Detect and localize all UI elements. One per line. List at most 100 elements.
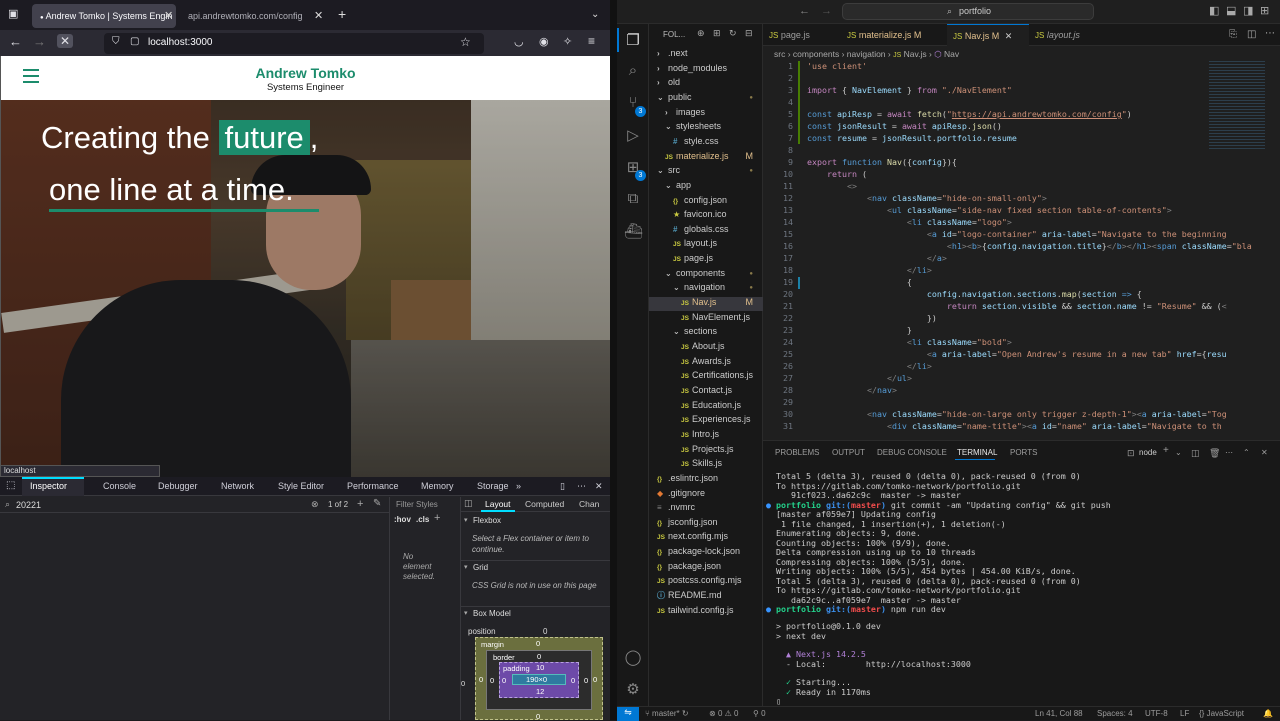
tab-layout[interactable]: Layout	[485, 499, 511, 509]
explorer-item[interactable]: ⌄ public ●	[649, 92, 763, 106]
toggle-sidebar-icon[interactable]: ◧	[1209, 4, 1219, 17]
tab-console[interactable]: Console	[103, 481, 136, 491]
terminal-name[interactable]: node	[1139, 448, 1157, 457]
terminal-output[interactable]: Total 5 (delta 3), reused 0 (delta 0), p…	[763, 471, 1280, 707]
filter-styles-input[interactable]: Filter Styles	[396, 500, 438, 509]
explorer-item[interactable]: JS About.js	[649, 341, 763, 355]
command-center[interactable]: ⌕ portfolio	[842, 3, 1094, 20]
forward-icon[interactable]: →	[33, 34, 46, 49]
explorer-item[interactable]: {} package-lock.json	[649, 546, 763, 560]
explorer-item[interactable]: › node_modules	[649, 63, 763, 77]
close-tab-icon[interactable]: ✕	[164, 9, 173, 22]
notifications-bell-icon[interactable]: 🔔	[1263, 709, 1273, 718]
remote-indicator-icon[interactable]: ⇋	[617, 707, 639, 721]
new-file-icon[interactable]: ⊕	[697, 28, 705, 39]
explorer-item[interactable]: ⌄ src ●	[649, 165, 763, 179]
editor-tab-layout-js[interactable]: JS layout.js	[1029, 24, 1109, 46]
toggle-panel-icon[interactable]: ⬓	[1226, 4, 1236, 17]
run-debug-icon[interactable]: ▷	[624, 126, 642, 144]
explorer-item[interactable]: # style.css	[649, 136, 763, 150]
forward-icon[interactable]: →	[821, 5, 832, 17]
account-icon[interactable]: ◉	[539, 35, 549, 48]
explorer-item[interactable]: › images	[649, 107, 763, 121]
layout-icon[interactable]: ⊞	[1260, 4, 1269, 17]
pick-element-icon[interactable]: ⬚	[6, 480, 15, 491]
tab-performance[interactable]: Performance	[347, 481, 399, 491]
ports-indicator[interactable]: ⚲ 0	[753, 709, 766, 718]
explorer-item[interactable]: JS postcss.config.mjs	[649, 575, 763, 589]
search-icon[interactable]: ⌕	[624, 62, 642, 80]
tab-debugger[interactable]: Debugger	[158, 481, 198, 491]
explorer-item[interactable]: JS tailwind.config.js	[649, 605, 763, 619]
breadcrumb-item[interactable]: components	[793, 49, 839, 59]
line-ending[interactable]: LF	[1180, 709, 1189, 718]
settings-gear-icon[interactable]: ⚙	[624, 680, 642, 698]
explorer-item[interactable]: ⌄ sections	[649, 326, 763, 340]
tab-output[interactable]: OUTPUT	[832, 448, 865, 457]
split-terminal-icon[interactable]: ◫	[1191, 448, 1200, 459]
shield-icon[interactable]: ⛉	[112, 36, 120, 47]
branch-indicator[interactable]: ⑂ master* ↻	[645, 709, 689, 718]
tab-problems[interactable]: PROBLEMS	[775, 448, 819, 457]
site-title[interactable]: Andrew Tomko	[1, 65, 610, 81]
breadcrumb-item[interactable]: Nav.js	[904, 49, 927, 59]
add-node-icon[interactable]: +	[357, 498, 363, 510]
grid-title[interactable]: Grid	[473, 563, 488, 572]
pocket-icon[interactable]: ◡	[514, 35, 524, 48]
tab-debug-console[interactable]: DEBUG CONSOLE	[877, 448, 947, 457]
maximize-panel-icon[interactable]: ⌃	[1243, 448, 1250, 457]
page-info-icon[interactable]: ▢	[130, 36, 139, 47]
tab-inspector[interactable]: Inspector	[30, 481, 67, 491]
tab-computed[interactable]: Computed	[525, 499, 564, 509]
close-panel-icon[interactable]: ✕	[1261, 448, 1268, 457]
language-mode[interactable]: {} JavaScript	[1199, 709, 1244, 718]
indentation[interactable]: Spaces: 4	[1097, 709, 1133, 718]
explorer-item[interactable]: ⌄ stylesheets	[649, 121, 763, 135]
refresh-icon[interactable]: ↻	[729, 28, 737, 39]
flexbox-title[interactable]: Flexbox	[473, 516, 501, 525]
clear-search-icon[interactable]: ⊗	[311, 499, 319, 510]
eyedropper-icon[interactable]: ✎	[373, 498, 381, 509]
add-rule-icon[interactable]: +	[434, 512, 440, 524]
explorer-item[interactable]: JS materialize.js M	[649, 151, 763, 165]
terminal-dropdown-icon[interactable]: ⌄	[1175, 448, 1182, 457]
editor-tab-page-js[interactable]: JS page.js	[763, 24, 841, 46]
explorer-item[interactable]: JS Intro.js	[649, 429, 763, 443]
close-devtools-icon[interactable]: ✕	[595, 481, 603, 492]
minimap[interactable]	[1209, 61, 1265, 151]
explorer-item[interactable]: › .next	[649, 48, 763, 62]
trash-icon[interactable]: 🗑	[1209, 448, 1220, 459]
editor-tab-nav-js[interactable]: JS Nav.js M ✕	[947, 24, 1029, 47]
new-terminal-icon[interactable]: +	[1163, 445, 1169, 456]
url-text[interactable]: localhost:3000	[148, 37, 213, 48]
explorer-item[interactable]: # globals.css	[649, 224, 763, 238]
explorer-item[interactable]: JS Certifications.js	[649, 370, 763, 384]
explorer-item[interactable]: {} package.json	[649, 561, 763, 575]
overflow-icon[interactable]: »	[516, 481, 521, 491]
breadcrumb-item[interactable]: Nav	[944, 49, 959, 59]
explorer-item[interactable]: ⌄ app	[649, 180, 763, 194]
explorer-item[interactable]: JS Nav.js M	[649, 297, 763, 312]
explorer-item[interactable]: ⌄ components ●	[649, 268, 763, 282]
explorer-item[interactable]: JS page.js	[649, 253, 763, 267]
tab-storage[interactable]: Storage	[477, 481, 509, 491]
back-icon[interactable]: ←	[799, 5, 810, 17]
explorer-item[interactable]: JS Education.js	[649, 400, 763, 414]
accounts-icon[interactable]: ◯	[624, 648, 642, 666]
tab-andrew-tomko[interactable]: ● Andrew Tomko | Systems Engin	[32, 4, 176, 28]
explorer-item[interactable]: ⓘ README.md	[649, 590, 763, 604]
explorer-item[interactable]: JS NavElement.js	[649, 312, 763, 326]
open-changes-icon[interactable]: ⎘	[1229, 29, 1237, 40]
code-editor[interactable]: 1'use client' 2 3 import { NavElement } f…	[763, 61, 1280, 440]
stop-icon[interactable]: ✕	[57, 34, 74, 48]
cls-button[interactable]: .cls	[416, 515, 429, 524]
explorer-item[interactable]: JS Contact.js	[649, 385, 763, 399]
window-divider[interactable]	[610, 0, 617, 720]
menu-icon[interactable]: ≡	[588, 34, 595, 48]
tab-ports[interactable]: PORTS	[1010, 448, 1037, 457]
explorer-item[interactable]: › old	[649, 77, 763, 91]
explorer-item[interactable]: {} .eslintrc.json	[649, 473, 763, 487]
explorer-item[interactable]: ≡ .nvmrc	[649, 502, 763, 516]
more-icon[interactable]: ⋯	[1225, 448, 1233, 457]
more-icon[interactable]: ⋯	[577, 481, 586, 492]
